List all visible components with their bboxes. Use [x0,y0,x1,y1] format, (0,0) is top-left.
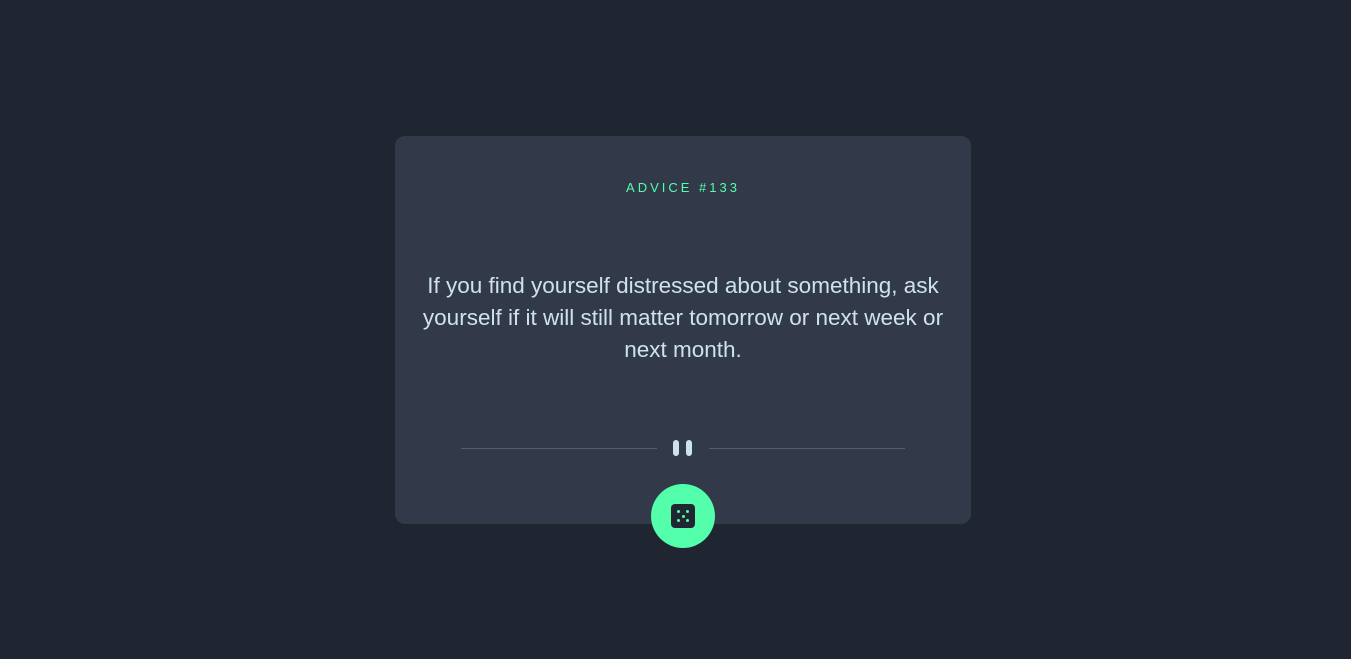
divider-line-right [709,448,905,449]
pattern-divider [461,438,905,458]
pause-icon [672,440,694,458]
dice-icon [671,504,695,528]
advice-quote: If you find yourself distressed about so… [422,273,944,362]
divider-line-left [461,448,657,449]
generate-advice-button[interactable] [651,484,715,548]
advice-number: ADVICE #133 [626,180,740,195]
advice-card: ADVICE #133 If you find yourself distres… [395,136,971,524]
